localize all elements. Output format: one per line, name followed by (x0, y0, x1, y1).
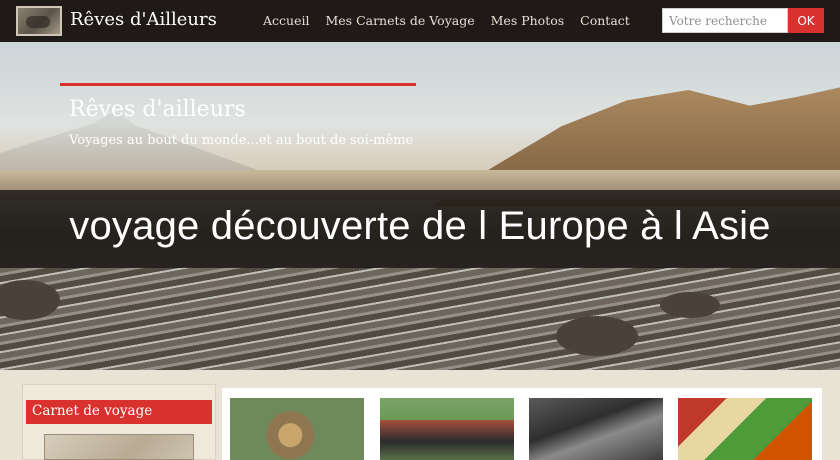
card-image-leopard[interactable] (230, 398, 364, 460)
sidebar-image[interactable] (44, 434, 194, 460)
site-name[interactable]: Rêves d'Ailleurs (70, 9, 217, 30)
search-input[interactable] (662, 8, 788, 33)
search-submit-button[interactable]: OK (788, 8, 824, 33)
hero-accent-rule (60, 83, 416, 86)
card-image-people[interactable] (380, 398, 514, 460)
page-title: voyage découverte de l Europe à l Asie (69, 204, 771, 248)
top-navbar: Rêves d'Ailleurs Accueil Mes Carnets de … (0, 0, 840, 42)
nav-item-carnets[interactable]: Mes Carnets de Voyage (325, 13, 474, 28)
hero-subtitle: Voyages au bout du monde...et au bout de… (69, 133, 414, 148)
hero-banner-image: Rêves d'ailleurs Voyages au bout du mond… (0, 42, 840, 370)
nav-item-photos[interactable]: Mes Photos (491, 13, 565, 28)
card-image-vegetables[interactable] (678, 398, 812, 460)
nav-item-accueil[interactable]: Accueil (263, 13, 309, 28)
nav-item-contact[interactable]: Contact (580, 13, 630, 28)
sidebar-heading: Carnet de voyage (26, 400, 212, 424)
card-image-temple[interactable] (529, 398, 663, 460)
hero-rock (660, 292, 720, 318)
page-title-banner: voyage découverte de l Europe à l Asie (0, 190, 840, 268)
hero-rock (556, 316, 638, 356)
main-nav: Accueil Mes Carnets de Voyage Mes Photos… (263, 13, 630, 28)
logo-image[interactable] (16, 6, 62, 36)
hero-title: Rêves d'ailleurs (69, 97, 246, 122)
hero-river (0, 267, 840, 370)
